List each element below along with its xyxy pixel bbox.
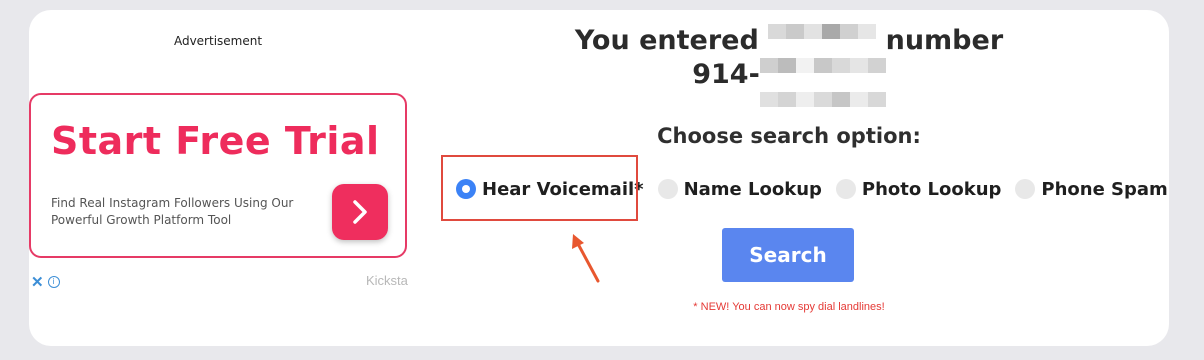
option-photo-lookup[interactable]: Photo Lookup xyxy=(835,178,1002,200)
ad-banner[interactable]: Start Free Trial Find Real Instagram Fol… xyxy=(29,93,407,258)
landline-notice: * NEW! You can now spy dial landlines! xyxy=(693,301,885,313)
redacted-number xyxy=(759,57,886,107)
option-label: Phone Spam xyxy=(1041,178,1168,200)
ad-description: Find Real Instagram Followers Using Our … xyxy=(51,196,294,227)
ad-info-icon[interactable]: i xyxy=(47,276,60,288)
search-option-group: Hear Voicemail* Name Lookup Photo Lookup… xyxy=(456,176,1182,202)
close-ad-icon[interactable]: ✕ xyxy=(31,273,44,291)
heading-prefix: You entered xyxy=(574,25,759,56)
radio-name-lookup[interactable] xyxy=(657,179,678,199)
radio-hear-voicemail[interactable] xyxy=(456,179,476,199)
option-label: Hear Voicemail* xyxy=(482,178,644,200)
page-title: You entered number 914- xyxy=(450,23,1128,107)
phone-number-prefix: 914- xyxy=(692,59,760,90)
option-hear-voicemail[interactable]: Hear Voicemail* xyxy=(456,179,644,200)
heading-suffix: number xyxy=(885,25,1004,56)
redacted-block xyxy=(768,23,877,73)
option-label: Photo Lookup xyxy=(861,178,1002,200)
search-button[interactable]: Search xyxy=(722,228,854,282)
ad-headline[interactable]: Start Free Trial xyxy=(51,119,380,163)
option-name-lookup[interactable]: Name Lookup xyxy=(657,178,822,200)
radio-photo-lookup[interactable] xyxy=(835,179,856,199)
radio-phone-spam[interactable] xyxy=(1015,179,1036,199)
ad-arrow-button[interactable] xyxy=(332,184,388,240)
ad-sponsor[interactable]: Kicksta xyxy=(366,273,408,288)
ad-controls: ✕ i xyxy=(31,273,60,291)
chevron-right-icon xyxy=(353,200,367,224)
option-phone-spam[interactable]: Phone Spam xyxy=(1015,178,1168,200)
option-label: Name Lookup xyxy=(683,178,822,200)
pointer-arrow-icon xyxy=(572,234,600,283)
choose-search-label: Choose search option: xyxy=(657,124,921,148)
ad-label: Advertisement xyxy=(173,34,263,48)
